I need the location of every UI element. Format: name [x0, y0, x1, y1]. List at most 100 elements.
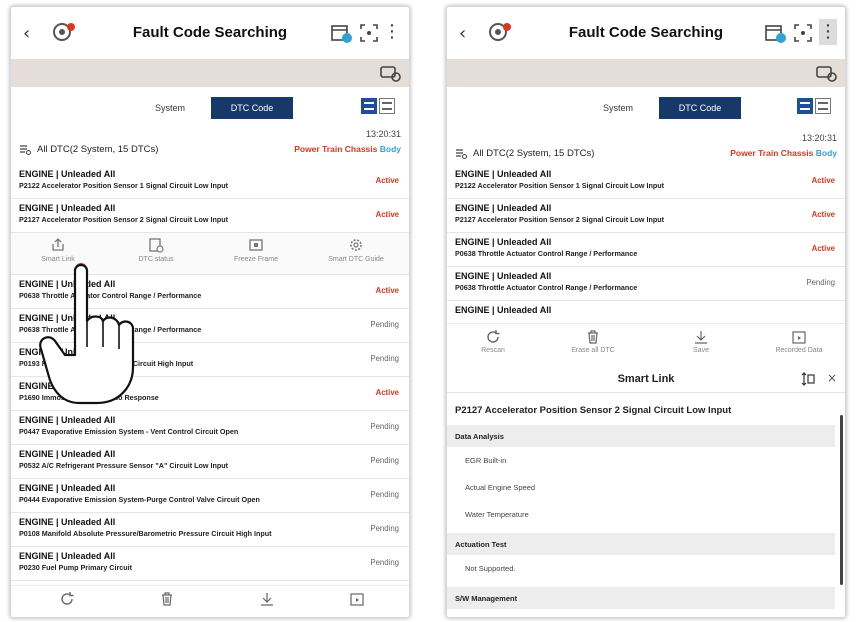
recorded-data-button[interactable]: Recorded Data — [759, 329, 839, 354]
tab-dtc-code[interactable]: DTC Code — [211, 97, 293, 119]
calendar-info-icon[interactable] — [763, 21, 787, 45]
category-chassis[interactable]: Chassis — [781, 148, 814, 158]
dtc-status: Pending — [370, 354, 399, 363]
erase-all-dtc-button[interactable]: Erase all DTC — [553, 329, 633, 354]
category-filter: Power Train Chassis Body — [730, 148, 837, 158]
dtc-row[interactable]: ENGINE | Unleaded All P0532 A/C Refriger… — [11, 445, 409, 479]
close-icon[interactable]: × — [827, 371, 837, 385]
category-powertrain[interactable]: Power Train — [294, 144, 342, 154]
dtc-list-icon — [456, 149, 467, 159]
save-button[interactable] — [227, 591, 307, 607]
dtc-status: Active — [375, 210, 399, 219]
freeze-frame-icon — [249, 239, 263, 251]
focus-icon[interactable] — [357, 21, 381, 45]
dtc-row[interactable]: ENGINE | Unleaded All P0638 Throttle Act… — [447, 267, 845, 301]
dtc-row-selected[interactable]: ENGINE | Unleaded All P2127 Accelerator … — [11, 199, 409, 233]
calendar-info-icon[interactable] — [329, 21, 353, 45]
recorded-data-button[interactable] — [317, 591, 397, 607]
dtc-description: P2122 Accelerator Position Sensor 1 Sign… — [19, 181, 229, 190]
dtc-status: Pending — [370, 524, 399, 533]
dtc-row[interactable]: ENGINE | Unleaded All P2127 Accelerator … — [447, 199, 845, 233]
list-view-icon[interactable] — [797, 98, 813, 114]
dtc-system: ENGINE | Unleaded All — [455, 203, 552, 213]
save-icon — [695, 331, 707, 344]
dtc-row[interactable]: ENGINE | Unleaded All P0108 Manifold Abs… — [11, 513, 409, 547]
left-phone-screen: ‹ Fault Code Searching ⋮ System DTC Code — [10, 6, 410, 618]
erase-all-dtc-button[interactable] — [127, 591, 207, 607]
section-sw-management[interactable]: S/W Management — [447, 587, 835, 609]
dtc-description: P2127 Accelerator Position Sensor 2 Sign… — [19, 215, 229, 224]
dtc-description: P0532 A/C Refrigerant Pressure Sensor "A… — [19, 461, 229, 470]
dtc-status-icon — [149, 238, 164, 253]
action-label: Smart DTC Guide — [328, 256, 384, 263]
category-chassis[interactable]: Chassis — [345, 144, 378, 154]
dtc-summary: 13:20:31 All DTC(2 System, 15 DTCs) Powe… — [447, 131, 845, 161]
dtc-row[interactable]: ENGINE | Unleaded All P0230 Fuel Pump Pr… — [11, 547, 409, 581]
dtc-row[interactable]: ENGINE | Unleaded All P0447 Evaporative … — [11, 411, 409, 445]
freeze-frame-button[interactable]: Freeze Frame — [211, 237, 301, 263]
right-phone-screen: ‹ Fault Code Searching ⋮ System DTC Code — [446, 6, 846, 618]
save-button[interactable]: Save — [661, 329, 741, 354]
dtc-system: ENGINE | Unleaded All — [19, 551, 116, 561]
vehicle-icon[interactable] — [379, 63, 401, 83]
dtc-row[interactable]: ENGINE | Unleaded All P0444 Evaporative … — [11, 479, 409, 513]
grid-view-icon[interactable] — [379, 98, 395, 114]
category-powertrain[interactable]: Power Train — [730, 148, 778, 158]
dtc-system: ENGINE | Unleaded All — [19, 449, 116, 459]
focus-icon[interactable] — [791, 21, 815, 45]
dtc-description: P0638 Throttle Actuator Control Range / … — [455, 249, 638, 258]
vehicle-info-bar — [11, 59, 409, 87]
tab-dtc-code[interactable]: DTC Code — [659, 97, 741, 119]
category-filter: Power Train Chassis Body — [294, 144, 401, 154]
list-view-icon[interactable] — [361, 98, 377, 114]
recorded-data-icon — [792, 331, 806, 344]
tab-system[interactable]: System — [129, 97, 211, 119]
dtc-system: ENGINE | Unleaded All — [19, 169, 116, 179]
panel-header: Smart Link × — [447, 365, 845, 393]
rescan-button[interactable]: Rescan — [453, 329, 533, 354]
category-body[interactable]: Body — [380, 144, 401, 154]
category-body[interactable]: Body — [816, 148, 837, 158]
rescan-button[interactable] — [27, 591, 107, 607]
section-actuation-test[interactable]: Actuation Test — [447, 533, 835, 555]
grid-view-icon[interactable] — [815, 98, 831, 114]
dtc-system: ENGINE | Unleaded All — [455, 305, 552, 315]
view-tabs: System DTC Code — [577, 97, 741, 119]
dtc-description: P0638 Throttle Actuator Control Range / … — [455, 283, 638, 292]
dtc-row[interactable]: ENGINE | Unleaded All — [447, 301, 845, 321]
section-title: Data Analysis — [455, 432, 504, 441]
action-label: Freeze Frame — [234, 256, 278, 263]
expand-icon[interactable] — [801, 372, 815, 386]
smart-link-panel: Smart Link × P2127 Accelerator Position … — [447, 365, 845, 617]
pointing-hand-icon — [39, 263, 135, 405]
scrollbar[interactable] — [840, 415, 843, 585]
view-tabs: System DTC Code — [129, 97, 293, 119]
tab-system[interactable]: System — [577, 97, 659, 119]
share-icon — [52, 238, 64, 251]
dtc-status: Active — [375, 176, 399, 185]
dtc-status: Active — [811, 244, 835, 253]
smart-dtc-guide-button[interactable]: Smart DTC Guide — [311, 237, 401, 263]
list-item[interactable]: Actual Engine Speed — [465, 483, 535, 492]
dtc-row[interactable]: ENGINE | Unleaded All P2122 Accelerator … — [447, 165, 845, 199]
dtc-status: Pending — [806, 278, 835, 287]
toolbar-label: Erase all DTC — [571, 347, 615, 354]
toolbar-label: Recorded Data — [775, 347, 823, 354]
vehicle-info-bar — [447, 59, 845, 87]
timestamp: 13:20:31 — [801, 133, 837, 143]
dtc-description: P0447 Evaporative Emission System - Vent… — [19, 427, 239, 436]
dtc-row[interactable]: ENGINE | Unleaded All P2122 Accelerator … — [11, 165, 409, 199]
section-data-analysis[interactable]: Data Analysis — [447, 425, 835, 447]
trash-icon — [588, 330, 598, 344]
list-item[interactable]: Water Temperature — [465, 510, 529, 519]
dtc-row[interactable]: ENGINE | Unleaded All P0638 Throttle Act… — [447, 233, 845, 267]
more-options-icon[interactable]: ⋮ — [819, 19, 837, 45]
vehicle-icon[interactable] — [815, 63, 837, 83]
dtc-status: Pending — [370, 490, 399, 499]
top-bar: ‹ Fault Code Searching ⋮ — [447, 7, 845, 59]
more-options-icon[interactable]: ⋮ — [383, 19, 401, 45]
dtc-system: ENGINE | Unleaded All — [455, 169, 552, 179]
panel-dtc-title: P2127 Accelerator Position Sensor 2 Sign… — [455, 405, 732, 416]
timestamp: 13:20:31 — [365, 129, 401, 139]
list-item[interactable]: EGR Built-in — [465, 456, 506, 465]
